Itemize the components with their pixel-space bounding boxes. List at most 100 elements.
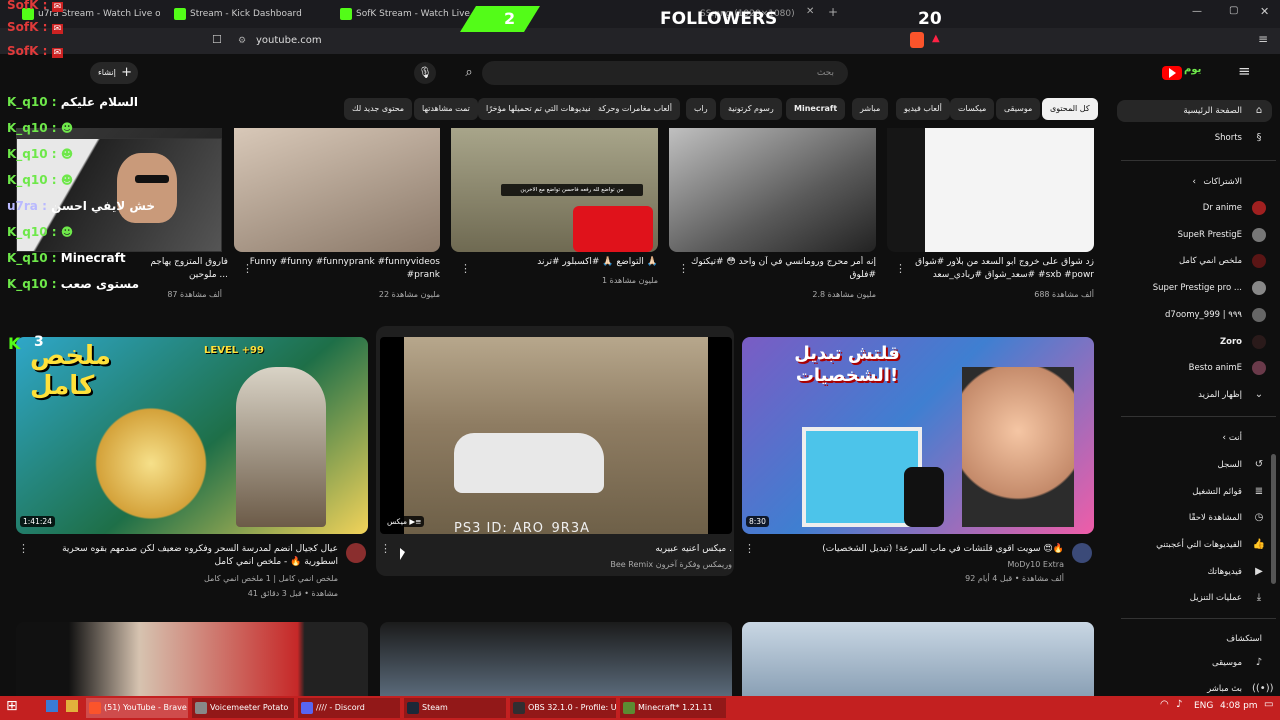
channel-avatar[interactable] (346, 543, 366, 563)
sidebar-item-history[interactable]: السجل ↺ (1117, 454, 1272, 476)
sidebar-item-liked[interactable]: الفيديوهات التي أعجبتني 👍 (1117, 534, 1272, 556)
windows-start-icon[interactable]: ⊞ (6, 698, 18, 714)
sidebar-item-sub[interactable]: Super Prestige pro ... (1117, 277, 1272, 299)
sidebar-item-watch-later[interactable]: المشاهدة لاحقًا ◷ (1117, 507, 1272, 529)
more-options-icon[interactable]: ⋮ (678, 262, 689, 275)
taskbar-app-discord[interactable]: //// - Discord (298, 698, 400, 718)
volume-icon[interactable]: ♪ (1176, 699, 1182, 710)
video-thumbnail[interactable]: من تواضع لله رفعه فاحسن تواضع مع الاخرين (451, 128, 658, 252)
tab-sofk-stream[interactable]: SofK Stream - Watch Live on Kick (338, 3, 478, 25)
site-settings-icon[interactable]: ⚙ (238, 32, 246, 50)
search-icon[interactable]: ⌕ (458, 62, 480, 84)
taskbar-app-steam[interactable]: Steam (404, 698, 506, 718)
video-title[interactable]: ميكس اعنيه عبيريه . (392, 543, 732, 557)
chip-music[interactable]: موسيقى (996, 98, 1041, 120)
chip-live[interactable]: مباشر (852, 98, 889, 120)
chip-rap[interactable]: راب (686, 98, 716, 120)
video-title[interactable]: زد شواق على خروج ابو السعد من بلاور #شوا… (906, 256, 1094, 284)
youtube-logo-icon[interactable] (1162, 66, 1182, 80)
chip-all[interactable]: كل المحتوى (1042, 98, 1098, 120)
sidebar-item-shorts[interactable]: Shorts § (1117, 127, 1272, 149)
hamburger-menu-icon[interactable]: ≡ (1238, 62, 1251, 80)
divider (1121, 416, 1276, 417)
url-field[interactable]: ⚙ youtube.com (234, 32, 884, 50)
video-thumbnail[interactable]: PS3 ID: ARO_9R3A (380, 337, 732, 534)
more-options-icon[interactable]: ⋮ (242, 262, 253, 275)
sidebar-item-sub[interactable]: Zoro (1117, 331, 1272, 353)
sidebar-item-your-videos[interactable]: فيديوهاتك ▶ (1117, 561, 1272, 583)
taskbar-app-minecraft[interactable]: Minecraft* 1.21.11 (620, 698, 726, 718)
sidebar-item-sub[interactable]: Dr anime (1117, 197, 1272, 219)
video-thumbnail[interactable] (742, 622, 1094, 696)
clock[interactable]: 4:08 pm (1220, 701, 1258, 711)
video-thumbnail[interactable] (234, 128, 440, 252)
video-title[interactable]: إنه أمر محرج ورومانسي في آن واحد 😳 #تيكت… (688, 256, 876, 284)
show-more-button[interactable]: إظهار المزيد ⌄ (1117, 384, 1272, 406)
chat-line: K_q10 : ☻ (7, 147, 74, 161)
more-options-icon[interactable]: ⋮ (380, 542, 391, 555)
video-title[interactable]: Funny #funny #funnyprank #funnyvideos #p… (232, 256, 440, 284)
maximize-icon[interactable]: ▢ (1229, 5, 1238, 16)
chip-minecraft[interactable]: Minecraft (786, 98, 846, 120)
more-options-icon[interactable]: ⋮ (895, 262, 906, 275)
sidebar-item-home[interactable]: الصفحة الرئيسية ⌂ (1117, 100, 1272, 122)
more-options-icon[interactable]: ⋮ (744, 542, 755, 555)
taskbar-app-obs[interactable]: OBS 32.1.0 - Profile: U... (510, 698, 616, 718)
close-window-icon[interactable]: ✕ (1260, 5, 1269, 18)
emote-icon: ☻ (60, 147, 74, 161)
chat-username: K_q10 (7, 173, 48, 187)
sidebar-item-label: إظهار المزيد (1198, 390, 1242, 400)
sidebar-item-sub[interactable]: d7oomy_999 | ٩٩٩ (1117, 304, 1272, 326)
video-thumbnail[interactable] (16, 622, 368, 696)
video-title[interactable]: فاروق المتزوج يهاجم ملوحين ... (140, 256, 228, 284)
chevron-left-icon: ‹ (1222, 433, 1226, 443)
sidebar-item-sub[interactable]: ملخص انمي كامل (1117, 250, 1272, 272)
channel-avatar[interactable] (1072, 543, 1092, 563)
sidebar-item-playlists[interactable]: قوائم التشغيل ≣ (1117, 481, 1272, 503)
tab-kick-dashboard[interactable]: Stream - Kick Dashboard (172, 3, 332, 25)
video-title[interactable]: سويت اقوى قلتشات في ماب السرعة! (تبديل ا… (756, 543, 1064, 557)
sidebar-scrollbar[interactable] (1271, 454, 1276, 584)
notification-icon[interactable]: ▭ (1264, 699, 1273, 710)
channel-name[interactable]: MoDy10 Extra (756, 559, 1064, 571)
wifi-icon[interactable]: ◠ (1160, 699, 1169, 710)
chip-mixes[interactable]: ميكسات (950, 98, 995, 120)
brave-rewards-icon[interactable]: ▲ (932, 33, 940, 44)
chip-cartoons[interactable]: رسوم كرتونية (720, 98, 782, 120)
chip-new-for-you[interactable]: محتوى جديد لك (344, 98, 413, 120)
channel-name[interactable]: Bee Remix وريمكس وفكرة آخرون (392, 559, 732, 571)
subscriptions-header[interactable]: الاشتراكات ‹ (1117, 171, 1272, 193)
menu-icon[interactable]: ≡ (1258, 32, 1268, 46)
brave-shield-icon[interactable] (910, 32, 924, 48)
video-thumbnail[interactable] (669, 128, 876, 252)
channel-name[interactable]: ملخص انمي كامل | 1 ملخص انمي كامل (30, 573, 338, 585)
chip-action-adventure[interactable]: ألعاب مغامرات وحركة (590, 98, 680, 120)
sidebar-item-sub[interactable]: Besto animE (1117, 357, 1272, 379)
video-thumbnail[interactable] (380, 622, 732, 696)
video-title[interactable]: عيال كجيال انضم لمدرسة السحر وفكروه ضعيف… (30, 543, 338, 571)
sidebar-item-sub[interactable]: SupeR PrestigE (1117, 224, 1272, 246)
chip-video-games[interactable]: ألعاب فيديو (896, 98, 950, 120)
taskbar-app-brave[interactable]: (51) YouTube - Brave (86, 698, 188, 718)
sidebar-item-music[interactable]: موسيقى ♪ (1117, 652, 1272, 674)
video-thumbnail[interactable]: قلتش تبديل الشخصيات! (742, 337, 1094, 534)
bookmark-icon[interactable]: ☐ (212, 33, 222, 46)
more-options-icon[interactable]: ⋮ (460, 262, 471, 275)
video-thumbnail[interactable] (887, 128, 1094, 252)
task-view-icon[interactable] (46, 700, 58, 712)
language-indicator[interactable]: ENG (1194, 701, 1213, 711)
mouse-cursor-icon (400, 548, 405, 560)
sidebar-item-downloads[interactable]: عمليات التنزيل ⤓ (1117, 587, 1272, 609)
chip-watched[interactable]: تمت مشاهدتها (414, 98, 478, 120)
taskbar-app-voicemeeter[interactable]: Voicemeeter Potato (192, 698, 294, 718)
search-input[interactable]: بحث (482, 61, 848, 85)
file-explorer-icon[interactable] (66, 700, 78, 712)
you-header[interactable]: أنت ‹ (1117, 427, 1272, 449)
microphone-icon[interactable]: 🎙 (414, 62, 436, 84)
more-options-icon[interactable]: ⋮ (18, 542, 29, 555)
chip-recently-uploaded[interactable]: الفيديوهات التي تم تحميلها مؤخرًا (478, 98, 605, 120)
chip-label: محتوى جديد لك (352, 104, 405, 113)
minimize-icon[interactable]: — (1192, 6, 1202, 17)
chat-username: u7ra (7, 199, 38, 213)
video-thumbnail[interactable]: ملخص كامل LEVEL +99 (16, 337, 368, 534)
